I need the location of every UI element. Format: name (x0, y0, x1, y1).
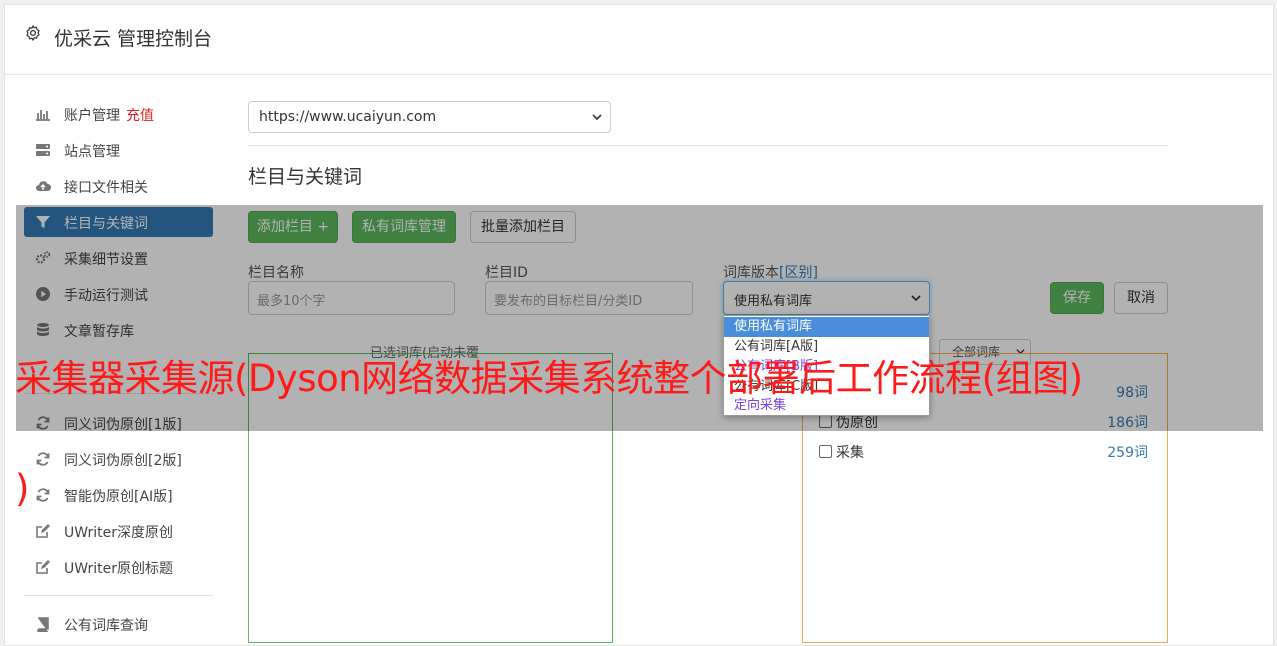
app-header: 优采云 管理控制台 (4, 4, 1272, 75)
overlay-banner-title-continued: ) (15, 467, 29, 510)
refresh-icon (36, 488, 50, 502)
server-icon (36, 144, 50, 156)
book-icon (37, 617, 49, 632)
sidebar-item-synonym-v2[interactable]: 同义词伪原创[2版] (24, 444, 213, 474)
sidebar-item-label: 公有词库查询 (64, 618, 148, 634)
section-divider (248, 145, 1168, 146)
cloud-upload-icon (36, 181, 51, 192)
recharge-link[interactable]: 充值 (126, 108, 154, 124)
sidebar-item-label: 智能伪原创[AI版] (64, 489, 173, 505)
dropdown-option[interactable]: 使用私有词库 (724, 317, 929, 337)
sidebar-divider (24, 595, 213, 596)
sidebar-item-label: UWriter深度原创 (64, 525, 173, 541)
sidebar-item-label: 账户管理 (64, 108, 120, 124)
lexicon-label: 采集 (836, 445, 864, 461)
edit-icon (36, 524, 50, 538)
gear-icon (26, 25, 40, 41)
lexicon-checkbox[interactable] (819, 445, 832, 458)
sidebar-item-interface[interactable]: 接口文件相关 (24, 171, 213, 201)
chevron-down-icon (592, 114, 602, 121)
sidebar-item-uwriter-title[interactable]: UWriter原创标题 (24, 552, 213, 582)
overlay-banner-title: 采集器采集源(Dyson网络数据采集系统整个部署后工作流程(组图) (15, 357, 1083, 400)
site-select[interactable]: https://www.ucaiyun.com (248, 101, 611, 133)
sidebar-item-sites[interactable]: 站点管理 (24, 135, 213, 165)
sidebar-item-label: 站点管理 (64, 144, 120, 160)
refresh-icon (36, 452, 50, 466)
sidebar-item-label: 接口文件相关 (64, 180, 148, 196)
section-title: 栏目与关键词 (248, 166, 363, 188)
sidebar-item-account[interactable]: 账户管理 充值 (24, 99, 213, 129)
site-select-value: https://www.ucaiyun.com (259, 109, 437, 125)
sidebar-item-label: 同义词伪原创[2版] (64, 453, 182, 469)
lexicon-count: 259词 (1107, 445, 1148, 461)
edit-icon (36, 560, 50, 574)
sidebar-item-uwriter-deep[interactable]: UWriter深度原创 (24, 516, 213, 546)
sidebar-item-public-lexicon[interactable]: 公有词库查询 (24, 609, 213, 639)
sidebar-item-ai-rewrite[interactable]: 智能伪原创[AI版] (24, 480, 213, 510)
app-title: 优采云 管理控制台 (54, 28, 213, 50)
bar-chart-icon (36, 110, 50, 121)
sidebar-item-label: UWriter原创标题 (64, 561, 173, 577)
